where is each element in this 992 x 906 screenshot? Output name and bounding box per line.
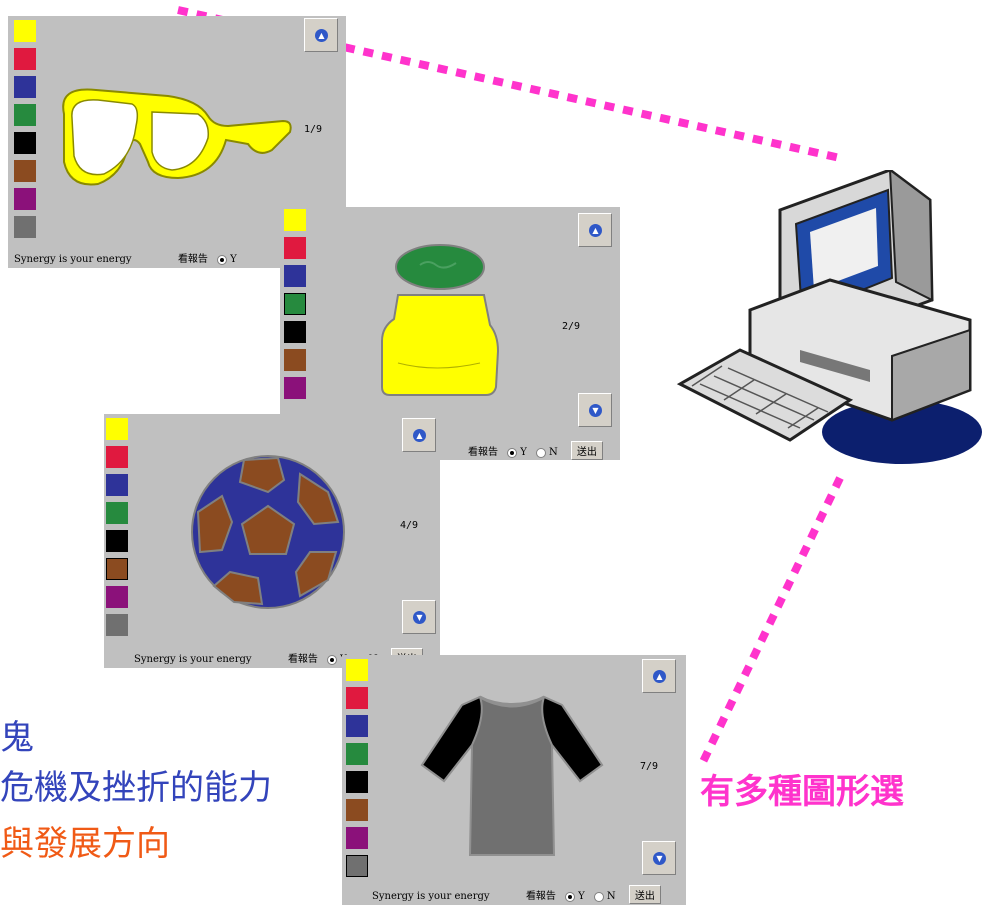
glasses-picture[interactable] — [48, 66, 298, 206]
window-footer: Synergy is your energy 看報告 Y N 送出 — [372, 885, 661, 904]
chevron-up-icon: ▲ — [653, 670, 666, 683]
footer-slogan: Synergy is your energy — [14, 254, 132, 265]
text-line-2: 危機及挫折的能力 — [0, 768, 272, 808]
color-palette — [346, 659, 368, 883]
soccer-ball-picture[interactable] — [188, 452, 348, 612]
page-down-button[interactable]: ▼ — [642, 841, 676, 875]
swatch-blue[interactable] — [284, 265, 306, 287]
drawing-window-4: 7/9 ▲ ▼ Synergy is your energy 看報告 Y N 送… — [342, 655, 686, 905]
report-yes-label: Y — [520, 447, 527, 458]
chevron-down-icon: ▼ — [653, 852, 666, 865]
report-yes-label: Y — [230, 254, 237, 265]
swatch-blue[interactable] — [14, 76, 36, 98]
swatch-gray[interactable] — [106, 614, 128, 636]
swatch-green[interactable] — [346, 743, 368, 765]
footer-slogan: Synergy is your energy — [372, 891, 490, 902]
swatch-black[interactable] — [346, 771, 368, 793]
callout-text: 有多種圖形選 — [700, 772, 904, 812]
page-indicator: 4/9 — [400, 520, 419, 531]
swatch-blue[interactable] — [106, 474, 128, 496]
page-up-button[interactable]: ▲ — [304, 18, 338, 52]
chevron-up-icon: ▲ — [315, 29, 328, 42]
report-yes-radio[interactable] — [327, 654, 338, 665]
text-line-3: 與發展方向 — [0, 824, 170, 864]
swatch-purple[interactable] — [284, 377, 306, 399]
report-no-radio[interactable] — [593, 891, 604, 902]
swatch-red[interactable] — [106, 446, 128, 468]
report-yes-radio[interactable] — [217, 254, 228, 265]
color-palette — [106, 418, 128, 642]
report-yes-radio[interactable] — [565, 891, 576, 902]
page-down-button[interactable]: ▼ — [578, 393, 612, 427]
swatch-brown[interactable] — [284, 349, 306, 371]
swatch-gray[interactable] — [346, 855, 368, 877]
report-no-label: N — [548, 447, 558, 458]
connector-bottom — [696, 476, 844, 770]
swatch-black[interactable] — [14, 132, 36, 154]
swatch-green[interactable] — [284, 293, 306, 315]
page-up-button[interactable]: ▲ — [578, 213, 612, 247]
page-down-button[interactable]: ▼ — [402, 600, 436, 634]
window-footer: Synergy is your energy 看報告 Y — [14, 250, 237, 265]
swatch-red[interactable] — [14, 48, 36, 70]
report-label: 看報告 — [525, 891, 556, 902]
report-label: 看報告 — [287, 654, 318, 665]
color-palette — [284, 209, 306, 405]
report-yes-radio[interactable] — [507, 447, 518, 458]
swatch-black[interactable] — [284, 321, 306, 343]
send-button[interactable]: 送出 — [570, 441, 603, 460]
swatch-gray[interactable] — [14, 216, 36, 238]
swatch-yellow[interactable] — [14, 20, 36, 42]
swatch-purple[interactable] — [106, 586, 128, 608]
swatch-black[interactable] — [106, 530, 128, 552]
page-indicator: 2/9 — [562, 321, 581, 332]
swatch-red[interactable] — [284, 237, 306, 259]
report-no-label: N — [606, 891, 616, 902]
chevron-up-icon: ▲ — [413, 429, 426, 442]
swatch-purple[interactable] — [14, 188, 36, 210]
swatch-brown[interactable] — [106, 558, 128, 580]
page-up-button[interactable]: ▲ — [402, 418, 436, 452]
page-indicator: 7/9 — [640, 761, 659, 772]
drawing-window-3: 4/9 ▲ ▼ Synergy is your energy 看報告 Y N 送… — [104, 414, 440, 668]
swatch-brown[interactable] — [346, 799, 368, 821]
chevron-down-icon: ▼ — [589, 404, 602, 417]
swatch-yellow[interactable] — [106, 418, 128, 440]
swatch-yellow[interactable] — [284, 209, 306, 231]
report-label: 看報告 — [468, 447, 498, 458]
desktop-computer-icon — [676, 170, 982, 464]
send-button[interactable]: 送出 — [628, 885, 661, 904]
window-footer: 看報告 Y N 送出 — [468, 441, 603, 460]
chevron-down-icon: ▼ — [413, 611, 426, 624]
swatch-purple[interactable] — [346, 827, 368, 849]
page-up-button[interactable]: ▲ — [642, 659, 676, 693]
chevron-up-icon: ▲ — [589, 224, 602, 237]
swatch-red[interactable] — [346, 687, 368, 709]
swatch-blue[interactable] — [346, 715, 368, 737]
bottle-picture[interactable] — [376, 243, 506, 403]
swatch-green[interactable] — [106, 502, 128, 524]
report-label: 看報告 — [177, 254, 208, 265]
page-indicator: 1/9 — [304, 124, 323, 135]
swatch-brown[interactable] — [14, 160, 36, 182]
report-yes-label: Y — [578, 891, 585, 902]
report-no-radio[interactable] — [535, 447, 546, 458]
swatch-green[interactable] — [14, 104, 36, 126]
swatch-yellow[interactable] — [346, 659, 368, 681]
color-palette — [14, 20, 36, 244]
t-shirt-picture[interactable] — [412, 685, 612, 865]
footer-slogan: Synergy is your energy — [134, 654, 252, 665]
text-line-1: 鬼 — [0, 718, 34, 758]
